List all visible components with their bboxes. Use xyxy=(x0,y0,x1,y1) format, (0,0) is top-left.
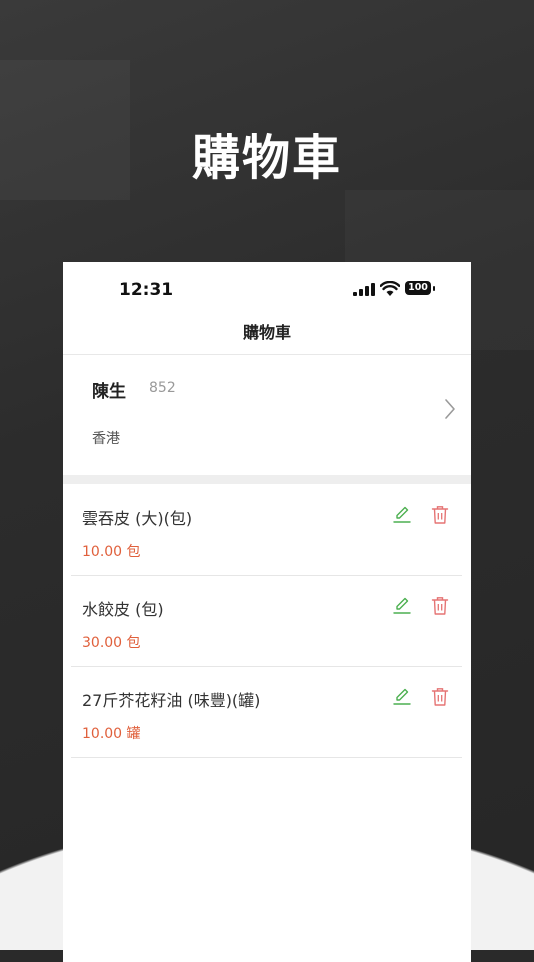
wifi-icon xyxy=(380,281,400,296)
edit-icon[interactable] xyxy=(393,505,411,525)
cart-item: 27斤芥花籽油 (味豐)(罐) 10.00 罐 xyxy=(71,667,462,758)
cart-item-name: 水餃皮 (包) xyxy=(82,600,164,619)
nav-title: 購物車 xyxy=(242,323,291,342)
cellular-signal-icon xyxy=(353,283,375,296)
hero-title: 購物車 xyxy=(191,130,342,186)
chevron-right-icon[interactable] xyxy=(443,398,457,420)
cart-item-price: 30.00 包 xyxy=(82,635,141,651)
address-contact-name: 陳生 xyxy=(92,382,126,402)
trash-icon[interactable] xyxy=(431,596,449,616)
trash-icon[interactable] xyxy=(431,687,449,707)
cart-item: 雲吞皮 (大)(包) 10.00 包 xyxy=(71,485,462,576)
status-bar: 12:31 100 xyxy=(63,262,471,318)
address-phone: 852 xyxy=(149,380,176,396)
nav-bar: 購物車 xyxy=(63,318,471,355)
trash-icon[interactable] xyxy=(431,505,449,525)
edit-icon[interactable] xyxy=(393,596,411,616)
cart-item-name: 雲吞皮 (大)(包) xyxy=(82,509,193,528)
cart-item-price: 10.00 包 xyxy=(82,544,141,560)
cart-item-name: 27斤芥花籽油 (味豐)(罐) xyxy=(82,691,261,710)
address-text: 香港 xyxy=(92,431,120,447)
edit-icon[interactable] xyxy=(393,687,411,707)
status-time: 12:31 xyxy=(119,280,174,300)
battery-icon: 100 xyxy=(405,281,431,295)
phone-screen: 12:31 100 購物車 陳生 852 香港 雲吞皮 (大)(包) 10.00… xyxy=(63,262,471,962)
cart-item: 水餃皮 (包) 30.00 包 xyxy=(71,576,462,667)
delivery-address-card[interactable]: 陳生 852 香港 xyxy=(63,355,471,475)
cart-item-price: 10.00 罐 xyxy=(82,726,141,742)
battery-tip xyxy=(433,286,435,291)
section-divider xyxy=(63,475,471,484)
